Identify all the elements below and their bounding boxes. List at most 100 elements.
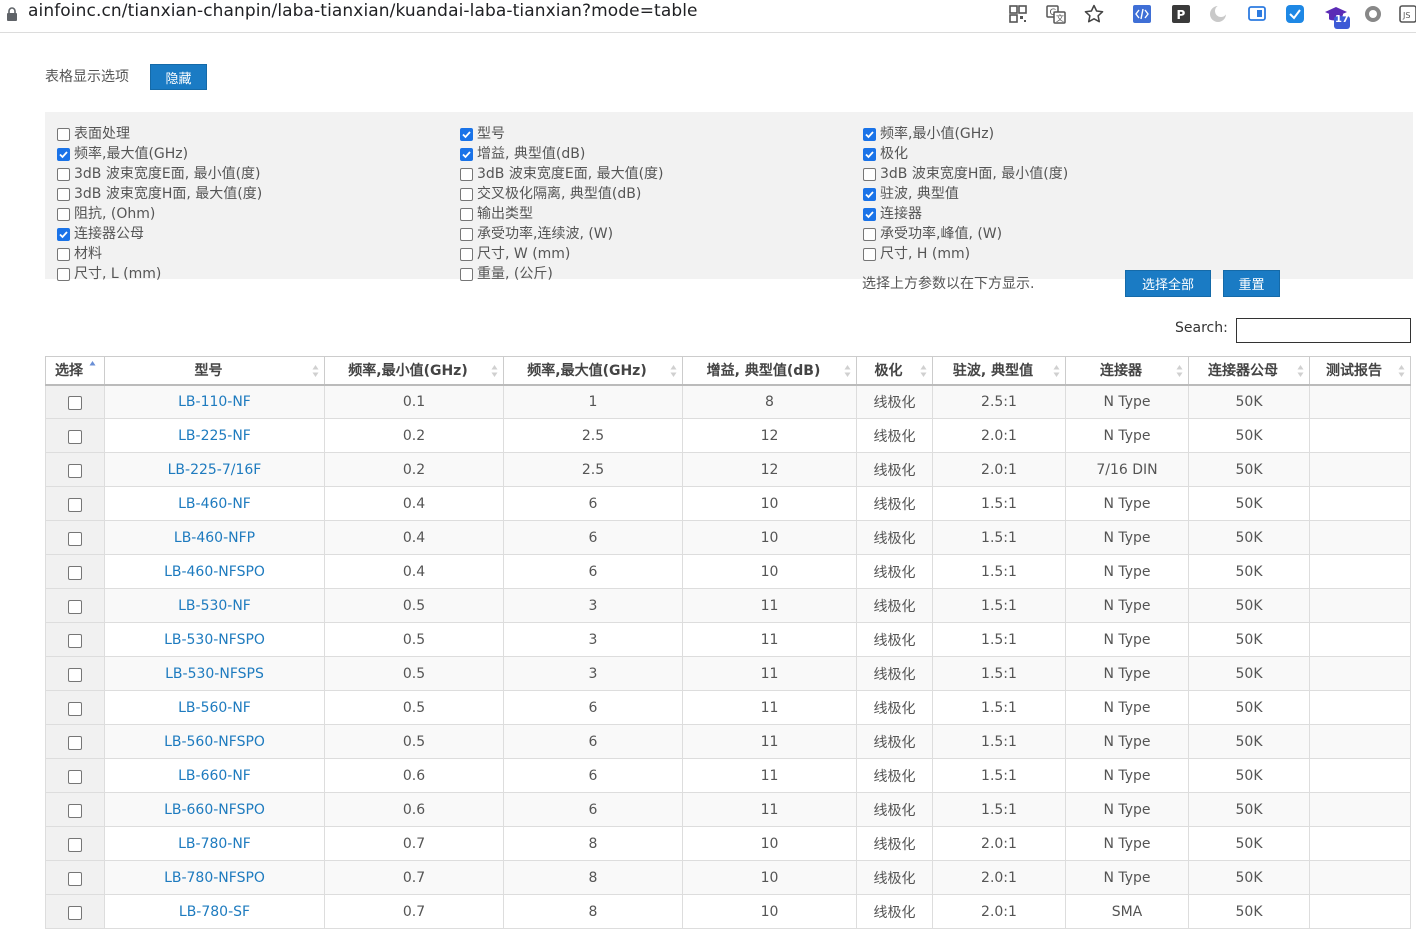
model-link[interactable]: LB-780-SF	[179, 904, 250, 920]
row-select-checkbox[interactable]	[68, 667, 82, 682]
model-link[interactable]: LB-530-NF	[178, 598, 251, 614]
code-extension-icon[interactable]	[1131, 3, 1153, 25]
column-header[interactable]: 测试报告	[1309, 356, 1411, 386]
unchecked-checkbox[interactable]	[460, 248, 473, 261]
column-option[interactable]: 交叉极化隔离, 典型值(dB)	[460, 183, 664, 203]
model-link[interactable]: LB-110-NF	[178, 394, 251, 410]
row-select-checkbox[interactable]	[68, 905, 82, 920]
model-link[interactable]: LB-560-NF	[178, 700, 251, 716]
model-link[interactable]: LB-225-NF	[178, 428, 251, 444]
column-header[interactable]: 型号	[104, 356, 325, 386]
unchecked-checkbox[interactable]	[57, 248, 70, 261]
checked-checkbox[interactable]	[57, 148, 70, 161]
unchecked-checkbox[interactable]	[57, 208, 70, 221]
select-all-button[interactable]: 选择全部	[1125, 270, 1211, 297]
column-option[interactable]: 型号	[460, 123, 664, 143]
model-link[interactable]: LB-460-NF	[178, 496, 251, 512]
column-option[interactable]: 尺寸, W (mm)	[460, 243, 664, 263]
column-header[interactable]: 增益, 典型值(dB)	[682, 356, 857, 386]
unchecked-checkbox[interactable]	[460, 228, 473, 241]
column-header[interactable]: 频率,最大值(GHz)	[503, 356, 683, 386]
unchecked-checkbox[interactable]	[57, 268, 70, 281]
model-link[interactable]: LB-660-NF	[178, 768, 251, 784]
column-option[interactable]: 尺寸, H (mm)	[863, 243, 1068, 263]
row-select-checkbox[interactable]	[68, 837, 82, 852]
column-option[interactable]: 3dB 波束宽度E面, 最小值(度)	[57, 163, 262, 183]
model-link[interactable]: LB-560-NFSPO	[164, 734, 265, 750]
column-option[interactable]: 重量, (公斤)	[460, 263, 664, 283]
column-option[interactable]: 承受功率,连续波, (W)	[460, 223, 664, 243]
model-link[interactable]: LB-530-NFSPS	[165, 666, 264, 682]
unchecked-checkbox[interactable]	[863, 228, 876, 241]
row-select-checkbox[interactable]	[68, 701, 82, 716]
translate-icon[interactable]: G文	[1045, 3, 1067, 25]
unchecked-checkbox[interactable]	[57, 188, 70, 201]
graduation-cap-extension-icon[interactable]: 17	[1323, 3, 1351, 29]
column-header[interactable]: 连接器公母	[1188, 356, 1310, 386]
checked-checkbox[interactable]	[863, 208, 876, 221]
column-option[interactable]: 材料	[57, 243, 262, 263]
column-option[interactable]: 3dB 波束宽度H面, 最小值(度)	[863, 163, 1068, 183]
model-link[interactable]: LB-780-NFSPO	[164, 870, 265, 886]
search-input[interactable]	[1236, 318, 1411, 343]
column-option[interactable]: 输出类型	[460, 203, 664, 223]
row-select-checkbox[interactable]	[68, 633, 82, 648]
model-link[interactable]: LB-660-NFSPO	[164, 802, 265, 818]
column-header[interactable]: 连接器	[1065, 356, 1189, 386]
column-option[interactable]: 频率,最大值(GHz)	[57, 143, 262, 163]
unchecked-checkbox[interactable]	[460, 268, 473, 281]
column-option[interactable]: 尺寸, L (mm)	[57, 263, 262, 283]
column-option[interactable]: 频率,最小值(GHz)	[863, 123, 1068, 143]
row-select-checkbox[interactable]	[68, 803, 82, 818]
column-option[interactable]: 承受功率,峰值, (W)	[863, 223, 1068, 243]
row-select-checkbox[interactable]	[68, 463, 82, 478]
p-extension-icon[interactable]: P	[1170, 3, 1192, 25]
url-text[interactable]: ainfoinc.cn/tianxian-chanpin/laba-tianxi…	[28, 1, 698, 21]
column-header[interactable]: 选择	[45, 356, 105, 386]
column-option[interactable]: 驻波, 典型值	[863, 183, 1068, 203]
unchecked-checkbox[interactable]	[57, 168, 70, 181]
column-header[interactable]: 频率,最小值(GHz)	[324, 356, 504, 386]
row-select-checkbox[interactable]	[68, 769, 82, 784]
qr-code-icon[interactable]	[1007, 3, 1029, 25]
moon-extension-icon[interactable]	[1207, 3, 1229, 25]
column-option[interactable]: 表面处理	[57, 123, 262, 143]
bookmark-star-icon[interactable]	[1083, 3, 1105, 25]
column-option[interactable]: 连接器公母	[57, 223, 262, 243]
row-select-checkbox[interactable]	[68, 565, 82, 580]
unchecked-checkbox[interactable]	[460, 188, 473, 201]
unchecked-checkbox[interactable]	[460, 208, 473, 221]
row-select-checkbox[interactable]	[68, 599, 82, 614]
checked-checkbox[interactable]	[863, 148, 876, 161]
reset-button[interactable]: 重置	[1223, 270, 1280, 297]
model-link[interactable]: LB-225-7/16F	[168, 462, 262, 478]
unchecked-checkbox[interactable]	[57, 128, 70, 141]
column-option[interactable]: 极化	[863, 143, 1068, 163]
model-link[interactable]: LB-530-NFSPO	[164, 632, 265, 648]
checked-checkbox[interactable]	[863, 128, 876, 141]
column-option[interactable]: 3dB 波束宽度E面, 最大值(度)	[460, 163, 664, 183]
column-option[interactable]: 阻抗, (Ohm)	[57, 203, 262, 223]
model-link[interactable]: LB-460-NFSPO	[164, 564, 265, 580]
js-extension-icon[interactable]: JS	[1398, 3, 1416, 25]
record-extension-icon[interactable]	[1362, 3, 1384, 25]
hide-options-button[interactable]: 隐藏	[150, 64, 207, 90]
model-link[interactable]: LB-780-NF	[178, 836, 251, 852]
window-extension-icon[interactable]	[1246, 3, 1268, 25]
row-select-checkbox[interactable]	[68, 531, 82, 546]
unchecked-checkbox[interactable]	[863, 168, 876, 181]
browser-url-bar[interactable]: ainfoinc.cn/tianxian-chanpin/laba-tianxi…	[0, 0, 1416, 33]
column-option[interactable]: 增益, 典型值(dB)	[460, 143, 664, 163]
tag-extension-icon[interactable]	[1284, 3, 1306, 25]
unchecked-checkbox[interactable]	[460, 168, 473, 181]
checked-checkbox[interactable]	[460, 128, 473, 141]
model-link[interactable]: LB-460-NFP	[174, 530, 255, 546]
checked-checkbox[interactable]	[863, 188, 876, 201]
row-select-checkbox[interactable]	[68, 871, 82, 886]
row-select-checkbox[interactable]	[68, 429, 82, 444]
checked-checkbox[interactable]	[57, 228, 70, 241]
row-select-checkbox[interactable]	[68, 497, 82, 512]
checked-checkbox[interactable]	[460, 148, 473, 161]
column-header[interactable]: 驻波, 典型值	[932, 356, 1066, 386]
row-select-checkbox[interactable]	[68, 735, 82, 750]
